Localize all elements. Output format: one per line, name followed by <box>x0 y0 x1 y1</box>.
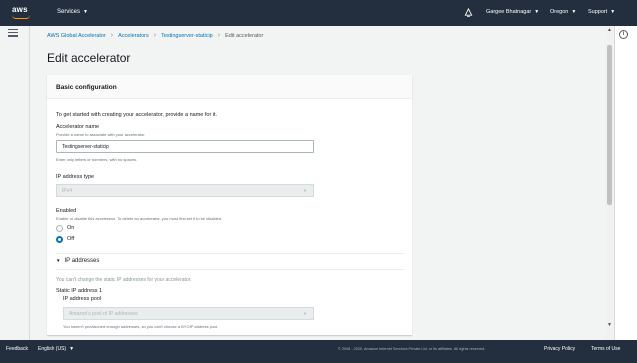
scroll-down-icon[interactable]: ▼ <box>607 322 612 328</box>
static-ip-label: Static IP address 1 <box>56 288 103 294</box>
ip-address-pool-value: Amazon's pool of IP addresses <box>69 311 138 317</box>
copyright-text: © 2008 - 2020, Amazon Internet Services … <box>338 347 486 351</box>
aws-logo-text: aws <box>12 5 28 14</box>
user-menu[interactable]: Gargee Bhatnagar ▼ <box>486 9 539 15</box>
section-divider <box>56 269 404 270</box>
ip-addresses-expander[interactable]: ▼ IP addresses <box>56 258 99 264</box>
scrollbar-thumb[interactable] <box>607 45 612 205</box>
support-label: Support <box>588 9 608 15</box>
caret-down-icon: ▼ <box>69 346 75 352</box>
breadcrumb-accelerator-name[interactable]: Testingserver-staticip <box>161 33 213 39</box>
hamburger-icon[interactable] <box>8 29 18 37</box>
enabled-off-radio[interactable] <box>56 236 63 243</box>
language-label: English (US) <box>38 346 67 352</box>
footer: Feedback English (US) ▼ © 2008 - 2020, Am… <box>0 340 637 363</box>
basic-configuration-panel: Basic configuration To get started with … <box>47 75 412 335</box>
panel-title: Basic configuration <box>56 84 117 91</box>
breadcrumb: AWS Global Accelerator › Accelerators › Test… <box>47 32 263 39</box>
breadcrumb-global-accelerator[interactable]: AWS Global Accelerator <box>47 33 106 39</box>
intro-text: To get started with creating your accele… <box>56 112 218 118</box>
language-selector[interactable]: English (US) ▼ <box>38 346 74 352</box>
terms-of-use-link[interactable]: Terms of Use <box>591 346 620 352</box>
top-navigation-bar: aws Services ▼ Gargee Bhatnagar ▼ Oregon ▼ … <box>0 0 637 26</box>
scroll-up-icon[interactable]: ▲ <box>607 27 612 33</box>
chevron-down-icon: ▼ <box>303 188 307 193</box>
enabled-description: Enable or disable this accelerator. To d… <box>56 216 223 221</box>
info-icon[interactable]: i <box>619 30 628 39</box>
caret-down-icon: ▼ <box>83 9 88 15</box>
enabled-on-label[interactable]: On <box>67 225 74 231</box>
static-ip-note: You can't change the static IP addresses… <box>56 277 192 283</box>
chevron-right-icon: › <box>217 32 221 39</box>
chevron-right-icon: › <box>153 32 157 39</box>
caret-down-icon: ▼ <box>56 258 61 263</box>
user-label: Gargee Bhatnagar <box>486 9 532 15</box>
privacy-policy-link[interactable]: Privacy Policy <box>544 346 575 352</box>
page-title: Edit accelerator <box>47 51 131 65</box>
breadcrumb-current: Edit accelerator <box>225 33 264 39</box>
aws-logo[interactable]: aws <box>10 5 34 21</box>
accelerator-name-description: Provide a name to associate with your ac… <box>56 132 146 137</box>
ip-address-type-value: IPv4 <box>62 188 73 194</box>
section-divider <box>56 253 404 254</box>
ip-address-type-select: IPv4 ▼ <box>56 184 314 197</box>
enabled-label: Enabled <box>56 208 77 214</box>
ip-addresses-label: IP addresses <box>64 258 100 264</box>
accelerator-name-label: Accelerator name <box>56 124 100 130</box>
left-navigation-rail <box>0 26 30 340</box>
panel-header: Basic configuration <box>47 75 412 99</box>
chevron-right-icon: › <box>110 32 114 39</box>
services-menu[interactable]: Services ▼ <box>57 9 88 15</box>
ip-address-type-label: IP address type <box>56 174 95 180</box>
aws-smile-icon <box>12 15 30 19</box>
enabled-off-label[interactable]: Off <box>67 236 74 242</box>
accelerator-name-input[interactable]: Testingserver-staticip <box>56 140 314 153</box>
services-label: Services <box>57 9 81 15</box>
support-menu[interactable]: Support ▼ <box>588 9 615 15</box>
region-menu[interactable]: Oregon ▼ <box>550 9 576 15</box>
ip-address-pool-select: Amazon's pool of IP addresses ▼ <box>63 307 314 320</box>
region-label: Oregon <box>550 9 569 15</box>
feedback-link[interactable]: Feedback <box>6 346 28 352</box>
caret-down-icon: ▼ <box>610 9 616 15</box>
ip-address-pool-hint: You haven't provisioned enough addresses… <box>63 324 219 329</box>
chevron-down-icon: ▼ <box>303 311 307 316</box>
help-panel-rail <box>614 26 637 340</box>
caret-down-icon: ▼ <box>571 9 577 15</box>
caret-down-icon: ▼ <box>534 9 540 15</box>
accelerator-name-hint: Enter only letters or numbers, with no s… <box>56 157 138 162</box>
enabled-on-radio[interactable] <box>56 225 63 232</box>
breadcrumb-accelerators[interactable]: Accelerators <box>118 33 149 39</box>
ip-address-pool-label: IP address pool <box>63 296 102 302</box>
bell-icon[interactable] <box>464 8 473 17</box>
